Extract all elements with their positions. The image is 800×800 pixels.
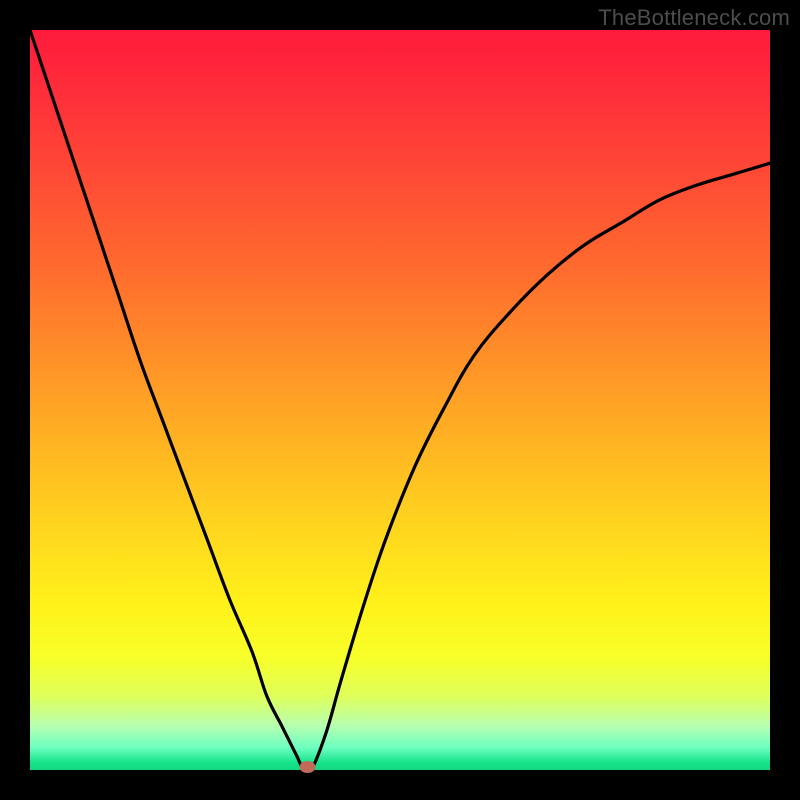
chart-stage: TheBottleneck.com — [0, 0, 800, 800]
plot-area — [30, 30, 770, 770]
curve-layer — [30, 30, 770, 770]
watermark-text: TheBottleneck.com — [598, 5, 790, 31]
optimum-marker — [300, 761, 316, 773]
bottleneck-curve — [30, 30, 770, 774]
